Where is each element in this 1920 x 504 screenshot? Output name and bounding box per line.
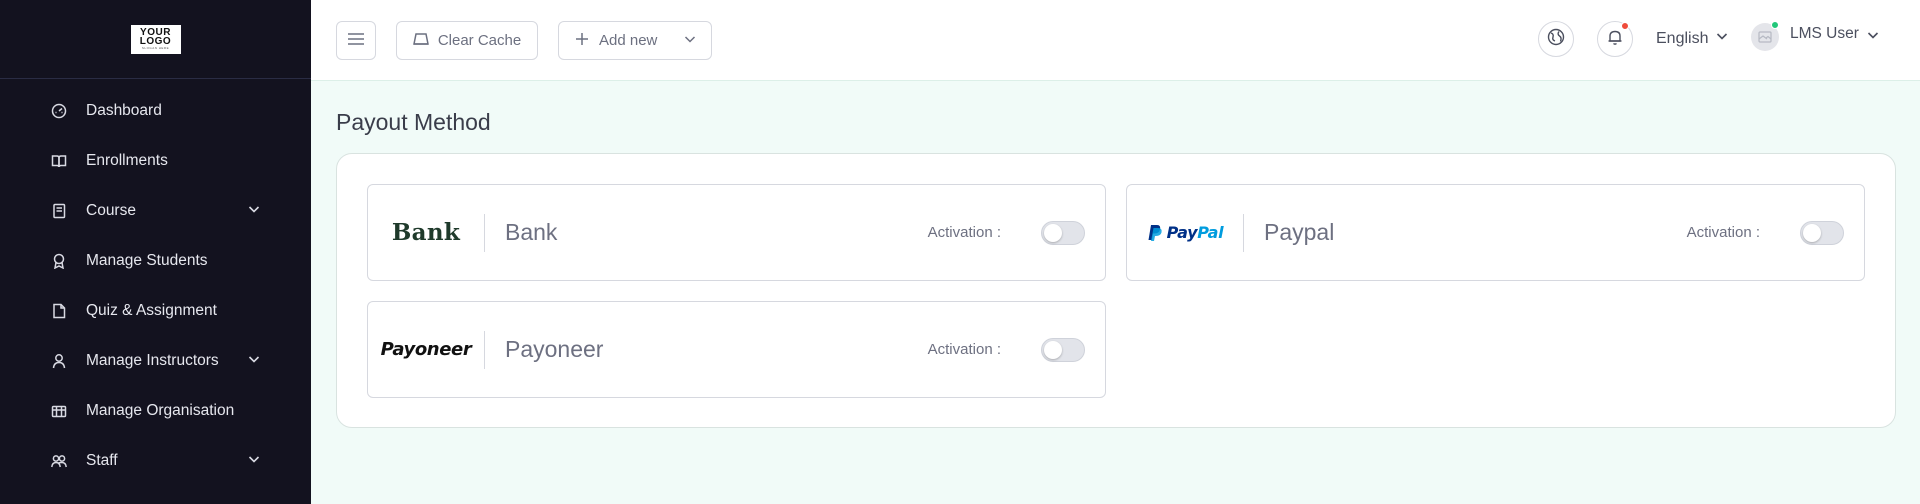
page-title: Payout Method xyxy=(336,109,491,135)
payoneer-logo-text: Payoneer xyxy=(380,339,472,360)
sidebar-item-course[interactable]: Course xyxy=(0,186,311,236)
payout-method-name: Bank xyxy=(505,219,558,245)
clear-cache-button[interactable]: Clear Cache xyxy=(396,21,538,60)
payout-method-card-bank: Bank Bank Activation : xyxy=(367,184,1106,281)
sidebar-item-label: Manage Students xyxy=(86,252,208,269)
bell-icon xyxy=(1606,28,1624,51)
sidebar-item-label: Quiz & Assignment xyxy=(86,302,217,319)
chevron-down-icon xyxy=(683,32,697,50)
language-label: English xyxy=(1656,29,1709,47)
plus-icon xyxy=(575,32,599,50)
brand-logo[interactable]: YOUR LOGO SLOGAN HERE xyxy=(130,24,181,54)
logo-line2: LOGO xyxy=(139,36,172,47)
logo-tagline: SLOGAN HERE xyxy=(141,46,170,50)
chevron-down-icon xyxy=(1859,28,1880,47)
hamburger-icon xyxy=(347,32,365,50)
bank-logo: Bank xyxy=(368,213,485,252)
file-icon xyxy=(51,303,67,319)
sidebar-item-manage-organisation[interactable]: Manage Organisation xyxy=(0,386,311,436)
user-icon xyxy=(51,353,67,369)
payout-method-name: Paypal xyxy=(1264,219,1335,245)
bank-logo-text: Bank xyxy=(391,219,461,246)
chevron-down-icon[interactable] xyxy=(247,352,261,371)
chevron-down-icon[interactable] xyxy=(247,452,261,471)
payout-method-card-paypal: PayPal Paypal Activation : xyxy=(1126,184,1865,281)
sidebar-item-manage-instructors[interactable]: Manage Instructors xyxy=(0,336,311,386)
activation-label: Activation : xyxy=(927,341,1001,358)
logo-area: YOUR LOGO SLOGAN HERE xyxy=(0,0,311,79)
avatar xyxy=(1751,21,1779,51)
sidebar-nav: Dashboard Enrollments Course Manage Stud… xyxy=(0,79,311,486)
sidebar-item-label: Manage Organisation xyxy=(86,402,235,419)
chevron-down-icon xyxy=(1708,29,1729,48)
building-icon xyxy=(51,403,67,419)
payout-method-card-payoneer: Payoneer Payoneer Activation : xyxy=(367,301,1106,398)
sidebar: YOUR LOGO SLOGAN HERE Dashboard Enrollme… xyxy=(0,0,311,504)
paypal-logo-text: PayPal xyxy=(1166,223,1224,242)
sidebar-item-dashboard[interactable]: Dashboard xyxy=(0,86,311,136)
eraser-icon xyxy=(412,32,438,50)
add-new-dropdown[interactable]: Add new xyxy=(558,21,712,60)
user-name: LMS User xyxy=(1790,25,1859,42)
notifications-button[interactable] xyxy=(1597,21,1633,57)
sidebar-item-enrollments[interactable]: Enrollments xyxy=(0,136,311,186)
menu-toggle-button[interactable] xyxy=(336,21,376,60)
users-icon xyxy=(51,453,67,469)
website-globe-button[interactable] xyxy=(1538,21,1574,57)
paypal-logo-mark: PayPal xyxy=(1147,223,1224,242)
clear-cache-label: Clear Cache xyxy=(437,32,522,49)
open-book-icon xyxy=(51,153,67,169)
activation-toggle-paypal[interactable] xyxy=(1800,220,1844,245)
sidebar-item-label: Manage Instructors xyxy=(86,352,219,369)
activation-label: Activation : xyxy=(1686,224,1760,241)
payout-method-name: Payoneer xyxy=(505,336,604,362)
award-icon xyxy=(51,253,67,269)
payoneer-logo: Payoneer xyxy=(368,330,485,369)
user-menu[interactable]: LMS User xyxy=(1751,21,1880,51)
sidebar-item-label: Course xyxy=(86,202,136,219)
activation-label: Activation : xyxy=(927,224,1001,241)
online-status-dot xyxy=(1771,21,1779,29)
sidebar-item-label: Staff xyxy=(86,452,118,469)
add-new-label: Add new xyxy=(599,32,658,49)
topbar: Clear Cache Add new English LMS User xyxy=(311,0,1920,81)
paypal-p-icon xyxy=(1148,224,1162,241)
paypal-logo: PayPal xyxy=(1127,213,1244,252)
activation-toggle-bank[interactable] xyxy=(1041,220,1085,245)
sidebar-item-staff[interactable]: Staff xyxy=(0,436,311,486)
globe-icon xyxy=(1547,28,1565,51)
activation-toggle-payoneer[interactable] xyxy=(1041,337,1085,362)
language-selector[interactable]: English xyxy=(1656,29,1729,48)
sidebar-item-label: Enrollments xyxy=(86,152,168,169)
sidebar-item-manage-students[interactable]: Manage Students xyxy=(0,236,311,286)
chevron-down-icon[interactable] xyxy=(247,202,261,221)
notification-dot xyxy=(1621,22,1629,30)
book-icon xyxy=(51,203,67,219)
sidebar-item-label: Dashboard xyxy=(86,102,162,119)
sidebar-item-quiz-assignment[interactable]: Quiz & Assignment xyxy=(0,286,311,336)
payout-methods-panel: Bank Bank Activation : PayPal Paypal Act… xyxy=(336,153,1896,428)
gauge-icon xyxy=(51,103,67,119)
